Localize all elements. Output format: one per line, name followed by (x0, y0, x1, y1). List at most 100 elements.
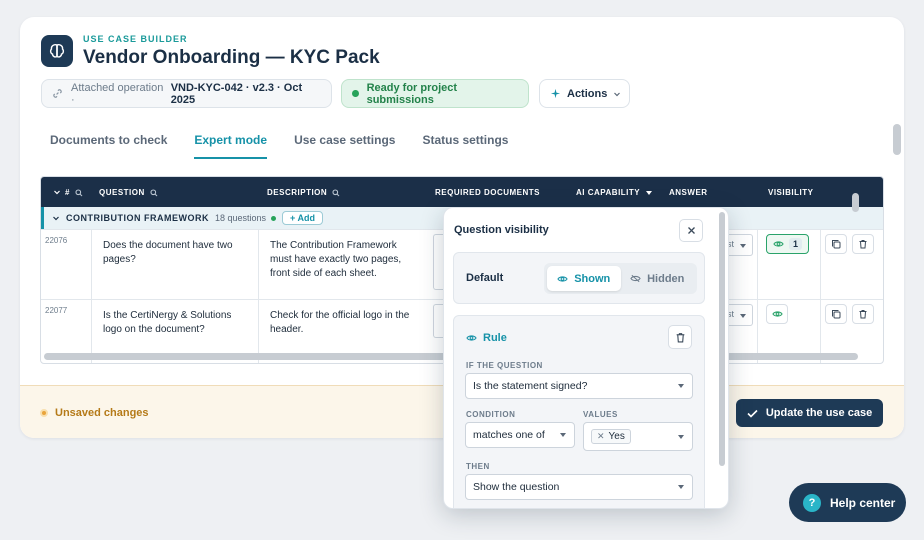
duplicate-button[interactable] (825, 234, 847, 254)
search-icon[interactable] (332, 188, 340, 197)
copy-icon (831, 309, 841, 319)
eye-icon (773, 240, 784, 248)
search-icon[interactable] (75, 188, 83, 197)
value-tag[interactable]: ✕ Yes (591, 429, 631, 444)
popover-title: Question visibility (454, 224, 549, 236)
rule-title-label: Rule (483, 332, 507, 344)
row-id: 22077 (45, 306, 68, 315)
trash-icon (858, 239, 868, 249)
column-header-question[interactable]: QUESTION (99, 188, 158, 197)
shown-option[interactable]: Shown (547, 266, 621, 291)
visibility-cell: 1 (757, 230, 821, 299)
tab-status-settings[interactable]: Status settings (422, 133, 508, 159)
row-question: Does the document have two pages? (91, 230, 259, 299)
link-icon (52, 88, 63, 99)
eye-off-icon (630, 274, 641, 283)
column-description-label: DESCRIPTION (267, 188, 328, 197)
values-multiselect[interactable]: ✕ Yes (583, 422, 693, 451)
eyebrow-label: USE CASE BUILDER (83, 34, 188, 44)
trash-icon (675, 332, 686, 343)
close-button[interactable] (679, 219, 703, 242)
add-question-button[interactable]: + Add (282, 211, 323, 225)
help-icon: ? (803, 493, 821, 512)
chevron-down-icon[interactable] (52, 214, 60, 222)
then-label: THEN (466, 462, 490, 471)
condition-value: matches one of (473, 429, 545, 441)
if-question-label: IF THE QUESTION (466, 361, 543, 370)
duplicate-button[interactable] (825, 304, 847, 324)
popover-scrollbar[interactable] (719, 212, 725, 466)
delete-rule-button[interactable] (668, 325, 692, 349)
column-num-label: # (65, 188, 70, 197)
delete-button[interactable] (852, 304, 874, 324)
eye-icon (466, 334, 477, 342)
remove-tag-icon[interactable]: ✕ (597, 431, 605, 442)
tab-documents-to-check[interactable]: Documents to check (50, 133, 167, 159)
hidden-label: Hidden (647, 272, 685, 285)
close-icon (687, 226, 696, 235)
row-description: Check for the official logo in the heade… (270, 310, 410, 335)
if-question-value: Is the statement signed? (473, 380, 588, 392)
rule-section: Rule IF THE QUESTION Is the statement si… (453, 315, 705, 508)
sort-caret-icon[interactable] (646, 190, 653, 195)
caret-down-icon (678, 485, 684, 489)
eye-icon (771, 310, 783, 318)
attached-operation-label: Attached operation · (71, 81, 164, 106)
default-visibility-toggle: Shown Hidden (544, 263, 697, 294)
condition-select[interactable]: matches one of (465, 422, 575, 448)
actions-label: Actions (567, 87, 608, 100)
column-header-visibility[interactable]: VISIBILITY (768, 188, 813, 197)
column-question-label: QUESTION (99, 188, 145, 197)
visibility-button[interactable] (766, 304, 788, 324)
condition-label: CONDITION (466, 410, 516, 419)
visibility-rule-count: 1 (789, 238, 803, 250)
update-use-case-button[interactable]: Update the use case (736, 399, 883, 427)
help-center-button[interactable]: ? Help center (789, 483, 906, 522)
warning-dot-icon (40, 409, 48, 417)
shown-label: Shown (574, 272, 611, 285)
page-title: Vendor Onboarding — KYC Pack (83, 47, 380, 68)
hidden-option[interactable]: Hidden (621, 266, 695, 291)
actions-button[interactable]: Actions (539, 79, 630, 108)
check-icon (747, 409, 758, 418)
trash-icon (858, 309, 868, 319)
table-vertical-scrollbar[interactable] (852, 193, 859, 212)
column-header-num[interactable]: # (65, 188, 83, 197)
then-action-select[interactable]: Show the question (465, 474, 693, 500)
page-scrollbar[interactable] (893, 124, 901, 155)
column-header-ai-capability[interactable]: AI CAPABILITY (576, 188, 653, 197)
column-header-answer[interactable]: ANSWER (669, 188, 708, 197)
default-visibility-section: Default Shown Hidden (453, 252, 705, 304)
attached-operation-chip[interactable]: Attached operation · VND-KYC-042 · v2.3 … (41, 79, 332, 108)
row-id: 22076 (45, 236, 68, 245)
status-dot-icon (352, 90, 359, 97)
caret-down-icon (678, 435, 684, 439)
help-center-label: Help center (830, 495, 896, 510)
values-label: VALUES (583, 410, 618, 419)
then-action-value: Show the question (473, 481, 560, 493)
attached-operation-value: VND-KYC-042 · v2.3 · Oct 2025 (170, 81, 303, 106)
table-header: # QUESTION DESCRIPTION REQUIRED DOCUMENT… (41, 177, 883, 207)
brain-logo-icon (41, 35, 73, 67)
tab-use-case-settings[interactable]: Use case settings (294, 133, 395, 159)
search-icon[interactable] (150, 188, 158, 197)
column-header-required-documents[interactable]: REQUIRED DOCUMENTS (435, 188, 540, 197)
rule-title: Rule (466, 332, 507, 344)
update-label: Update the use case (765, 407, 873, 419)
column-header-description[interactable]: DESCRIPTION (267, 188, 340, 197)
status-label: Ready for project submissions (366, 81, 458, 106)
chevron-down-icon (613, 90, 621, 98)
collapse-all-icon[interactable] (53, 188, 61, 196)
if-question-select[interactable]: Is the statement signed? (465, 373, 693, 399)
status-badge: Ready for project submissions (341, 79, 529, 108)
delete-button[interactable] (852, 234, 874, 254)
group-name: CONTRIBUTION FRAMEWORK (66, 213, 209, 223)
tab-bar: Documents to check Expert mode Use case … (50, 133, 535, 159)
sparkle-icon (550, 88, 561, 99)
visibility-rules-button[interactable]: 1 (766, 234, 809, 254)
group-status-dot (271, 215, 277, 221)
caret-down-icon (740, 244, 746, 248)
tab-expert-mode[interactable]: Expert mode (194, 133, 268, 159)
question-visibility-popover: Question visibility Default Shown Hidden… (443, 207, 729, 509)
column-ai-capability-label: AI CAPABILITY (576, 188, 641, 197)
